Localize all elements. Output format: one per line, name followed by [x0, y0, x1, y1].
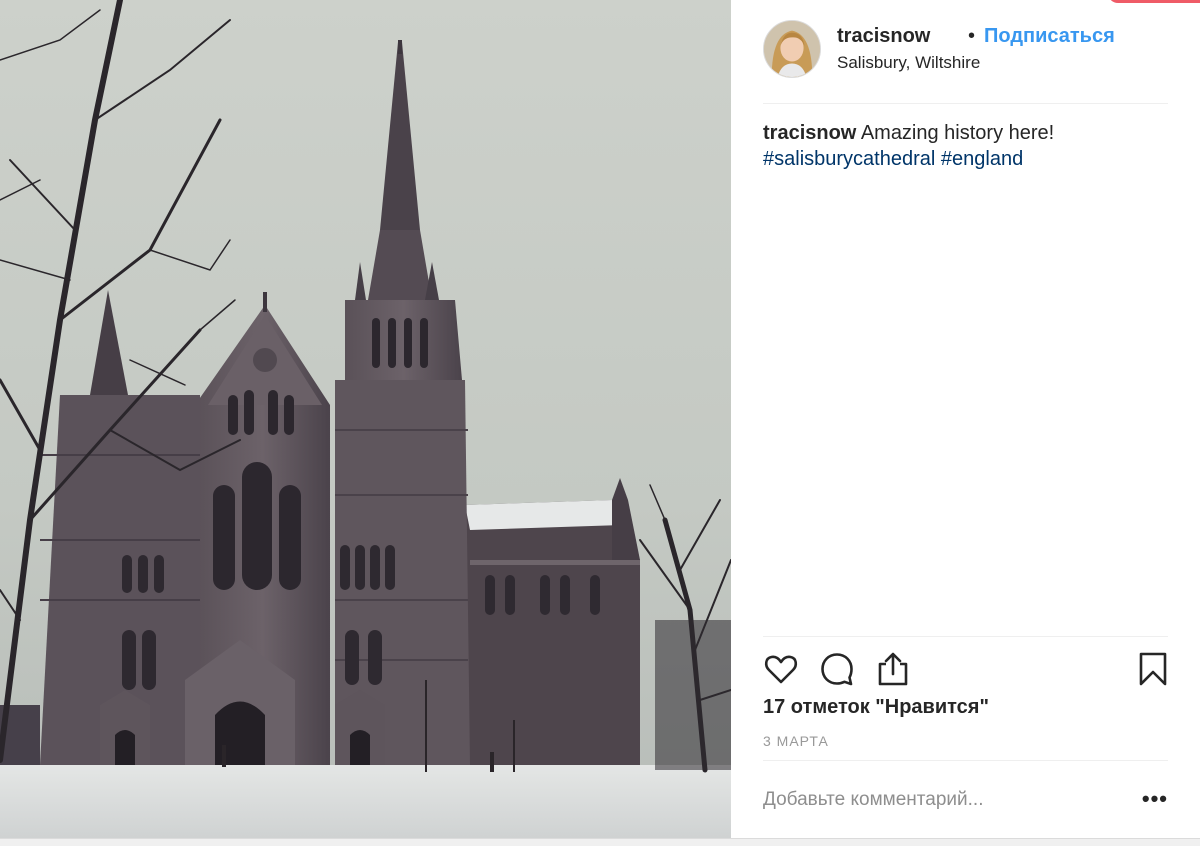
caption-text: Amazing history here!: [860, 122, 1055, 144]
avatar[interactable]: [763, 20, 821, 78]
post-header: tracisnow • Подписаться Salisbury, Wilts…: [763, 20, 1168, 104]
post-date: 3 МАРТА: [763, 733, 829, 749]
bottom-edge: [0, 838, 1200, 846]
notification-tab: [1108, 0, 1200, 3]
caption-username[interactable]: tracisnow: [763, 122, 856, 144]
more-options-icon[interactable]: •••: [1142, 788, 1168, 810]
comment-bubble-icon[interactable]: [819, 651, 855, 687]
post-caption: tracisnow Amazing history here! #salisbu…: [763, 120, 1168, 172]
location-link[interactable]: Salisbury, Wiltshire: [837, 53, 980, 73]
avatar-image: [764, 21, 820, 77]
action-bar: [763, 636, 1168, 696]
comment-bar: •••: [763, 760, 1168, 838]
likes-count[interactable]: 17 отметок "Нравится": [763, 696, 989, 719]
hashtag-link[interactable]: #salisburycathedral: [763, 148, 935, 170]
heart-icon[interactable]: [763, 651, 799, 687]
separator-dot: •: [968, 25, 976, 47]
username-link[interactable]: tracisnow: [837, 25, 930, 48]
bookmark-icon[interactable]: [1135, 651, 1171, 687]
post-sidebar: tracisnow • Подписаться Salisbury, Wilts…: [731, 0, 1200, 838]
cathedral-image: [0, 0, 731, 838]
comment-input[interactable]: [763, 787, 1123, 813]
hashtag-link[interactable]: #england: [941, 148, 1023, 170]
follow-button[interactable]: Подписаться: [984, 25, 1115, 48]
post-photo[interactable]: [0, 0, 731, 838]
share-icon[interactable]: [875, 651, 911, 687]
